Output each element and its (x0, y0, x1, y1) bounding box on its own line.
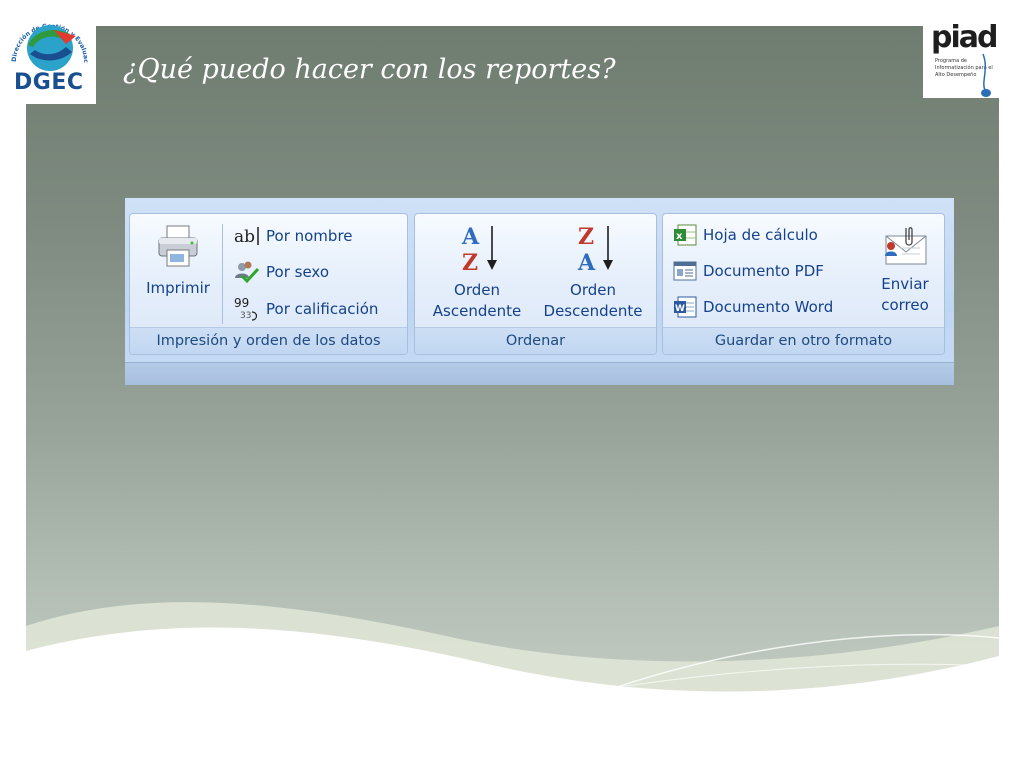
printer-icon (158, 225, 198, 267)
export-spreadsheet-label: Hoja de cálculo (703, 226, 818, 244)
spreadsheet-icon: x (674, 224, 697, 246)
sort-glyph-bottom: Z (462, 250, 478, 276)
sort-by-sex-button[interactable]: Por sexo (234, 260, 329, 284)
group-separator (222, 224, 223, 324)
sort-glyph-top: A (461, 224, 480, 250)
svg-text:W: W (675, 304, 685, 314)
sort-glyph-bottom: A (577, 250, 596, 276)
dgec-logo-text: DGEC (14, 70, 84, 95)
sort-by-name-button[interactable]: ab Por nombre (234, 224, 353, 248)
svg-text:99: 99 (234, 296, 249, 310)
sort-ascending-line1: Orden (454, 281, 500, 299)
text-ab-icon: ab (234, 227, 259, 247)
sort-descending-button[interactable]: Z A Orden Descendente (535, 220, 651, 322)
print-button[interactable]: Imprimir (138, 222, 218, 299)
ribbon-toolbar: Imprimir ab Por nombre Por sexo 99 33 Po… (125, 198, 954, 385)
export-spreadsheet-button[interactable]: x Hoja de cálculo (673, 224, 818, 246)
email-attachment-icon (885, 227, 927, 265)
sort-descending-line2: Descendente (543, 302, 643, 320)
piad-logo: piad Programa de Informatización para el… (923, 14, 999, 98)
sort-by-name-label: Por nombre (266, 227, 353, 245)
sort-by-grade-button[interactable]: 99 33 Por calificación (234, 296, 378, 322)
sort-descending-line1: Orden (570, 281, 616, 299)
number-sort-icon: 99 33 (234, 296, 258, 321)
sort-ascending-line2: Ascendente (432, 302, 522, 320)
svg-text:x: x (676, 231, 683, 242)
word-document-icon: W (674, 296, 697, 318)
group-label-print-sort: Impresión y orden de los datos (130, 327, 407, 354)
export-word-label: Documento Word (703, 298, 834, 316)
dgec-emblem-icon: Dirección de Gestión y Evaluación de la … (0, 0, 89, 71)
export-pdf-button[interactable]: Documento PDF (673, 260, 824, 282)
send-email-line1: Enviar (881, 275, 929, 293)
ribbon-bottom-bar (125, 362, 954, 385)
sort-by-grade-label: Por calificación (266, 300, 379, 318)
svg-text:ab: ab (234, 227, 255, 247)
export-pdf-label: Documento PDF (703, 262, 824, 280)
users-check-icon (235, 261, 260, 284)
group-save-format: x Hoja de cálculo Documento PDF W Docume… (662, 213, 945, 355)
sort-glyph-top: Z (578, 224, 594, 250)
slide-title: ¿Qué puedo hacer con los reportes? (123, 54, 616, 85)
group-print-sort-data: Imprimir ab Por nombre Por sexo 99 33 Po… (129, 213, 408, 355)
pdf-document-icon (673, 261, 697, 281)
sort-by-sex-label: Por sexo (266, 263, 329, 281)
send-email-button[interactable]: Enviar correo (869, 224, 941, 316)
sort-za-icon: Z A (577, 224, 613, 276)
sort-ascending-button[interactable]: A Z Orden Ascendente (421, 220, 533, 322)
sort-az-icon: A Z (461, 224, 497, 276)
dgec-logo: Dirección de Gestión y Evaluación de la … (0, 0, 96, 104)
group-label-sort: Ordenar (415, 327, 656, 354)
mouse-icon (981, 53, 991, 97)
send-email-line2: correo (881, 296, 929, 314)
print-button-label: Imprimir (146, 279, 210, 297)
svg-text:33: 33 (240, 311, 251, 321)
group-label-save-format: Guardar en otro formato (663, 327, 944, 354)
export-word-button[interactable]: W Documento Word (673, 296, 833, 318)
group-sort: A Z Orden Ascendente Z A Orden Descenden… (414, 213, 657, 355)
